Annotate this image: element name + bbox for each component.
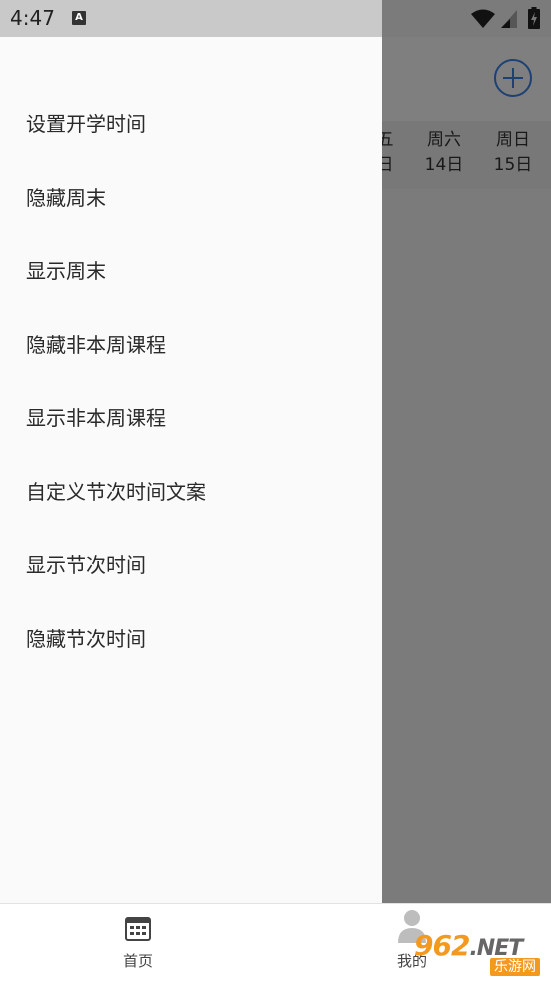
wifi-icon [471,9,495,28]
status-time: 4:47 [10,6,55,30]
battery-charging-icon [528,7,540,29]
status-bar-left [0,0,382,37]
navigation-drawer: 设置开学时间 隐藏周末 显示周末 隐藏非本周课程 显示非本周课程 自定义节次时间… [0,37,382,903]
watermark-site: 乐游网 [490,958,540,976]
screen: 五 日 周六 14日 周日 15日 4:47 A 设置开学时间 隐藏周末 [0,0,551,981]
menu-item-custom-period-time-text[interactable]: 自定义节次时间文案 [0,456,382,530]
menu-item-hide-other-week-courses[interactable]: 隐藏非本周课程 [0,309,382,383]
notification-a-icon: A [72,11,86,25]
menu-item-show-other-week-courses[interactable]: 显示非本周课程 [0,382,382,456]
menu-item-hide-period-time[interactable]: 隐藏节次时间 [0,603,382,677]
calendar-icon [125,917,151,941]
menu-item-show-period-time[interactable]: 显示节次时间 [0,529,382,603]
signal-icon [501,10,517,28]
menu-item-show-weekend[interactable]: 显示周末 [0,235,382,309]
nav-home-label: 首页 [122,952,153,970]
menu-item-hide-weekend[interactable]: 隐藏周末 [0,162,382,236]
drawer-menu: 设置开学时间 隐藏周末 显示周末 隐藏非本周课程 显示非本周课程 自定义节次时间… [0,88,382,676]
nav-tab-home[interactable]: 首页 [88,904,188,981]
menu-item-set-semester-start[interactable]: 设置开学时间 [0,88,382,162]
watermark-logo: 962.NET 乐游网 [414,929,548,977]
status-bar: 4:47 A [0,0,551,37]
